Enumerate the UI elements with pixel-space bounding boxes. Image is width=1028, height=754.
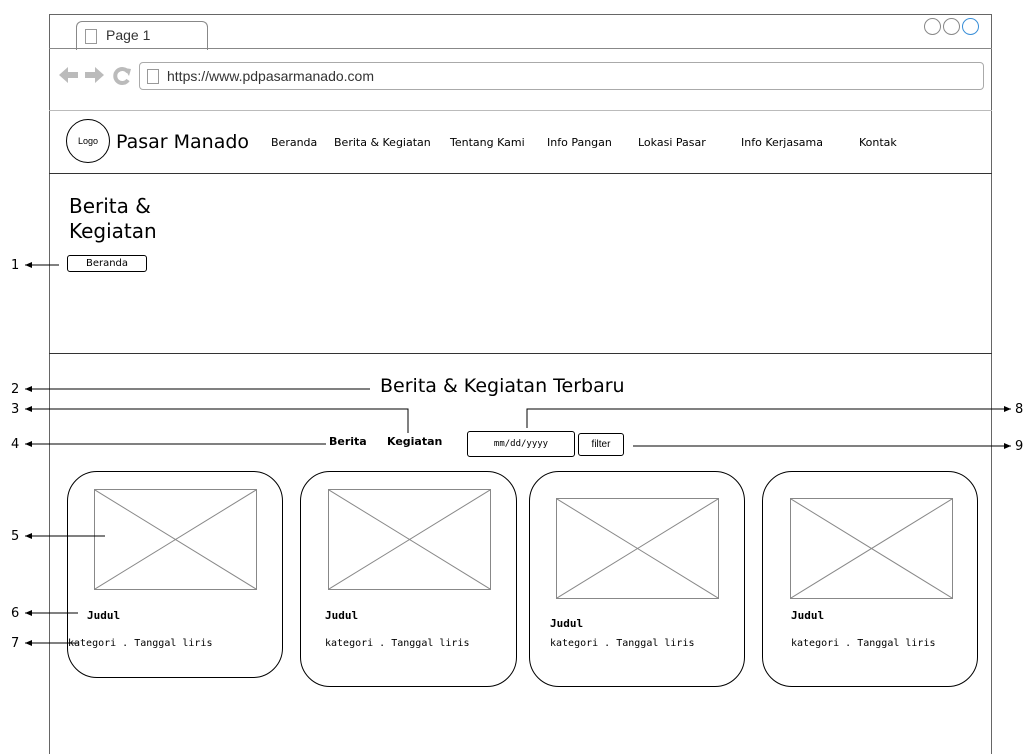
- annotation-number-3: 3: [11, 402, 20, 417]
- annotation-number-1: 1: [11, 258, 20, 273]
- annotation-number-5: 5: [11, 529, 20, 544]
- annotation-arrow-3: [25, 406, 409, 433]
- annotation-arrow-8: [526, 406, 1011, 428]
- annotation-number-6: 6: [11, 606, 20, 621]
- annotation-number-8: 8: [1015, 402, 1024, 417]
- annotation-number-4: 4: [11, 437, 20, 452]
- annotation-number-7: 7: [11, 636, 20, 651]
- annotation-number-2: 2: [11, 382, 20, 397]
- annotation-number-9: 9: [1015, 439, 1024, 454]
- annotation-layer: [25, 262, 1011, 646]
